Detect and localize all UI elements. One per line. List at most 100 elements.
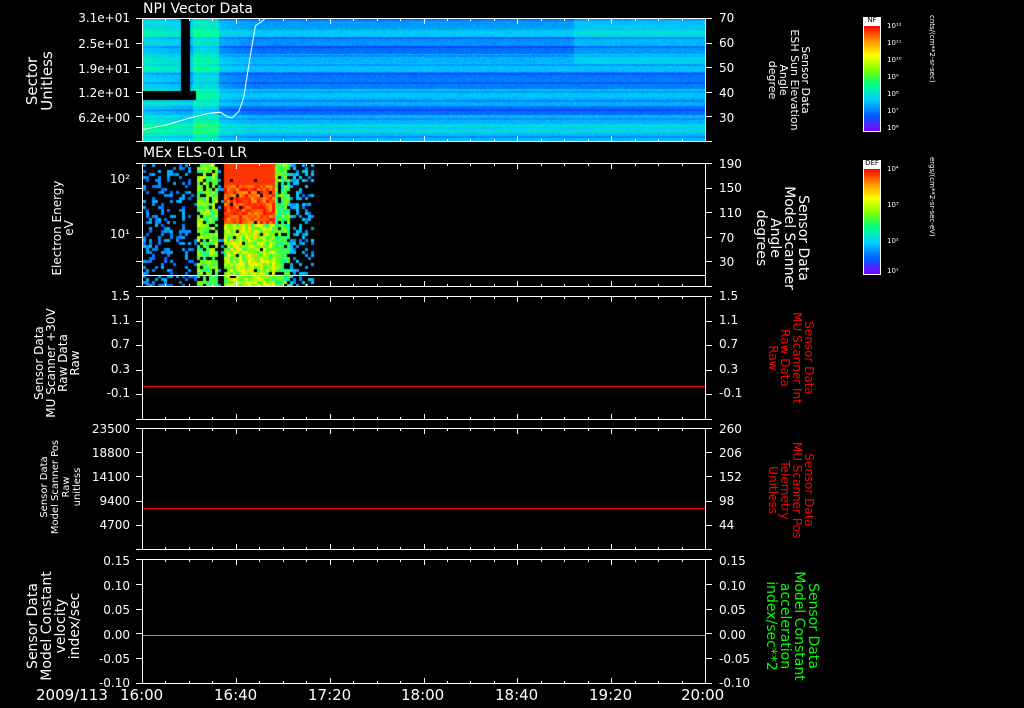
- x-axis-tick: [236, 678, 237, 684]
- x-axis-tick: [353, 417, 354, 420]
- x-axis-tick: [283, 139, 284, 142]
- x-tick-label: 18:40: [495, 686, 539, 704]
- y-axis-tick: [136, 188, 142, 189]
- p3-rlabel: Sensor Data MU Scanner Int Raw Data Raw: [766, 312, 816, 404]
- y-axis-tick: [706, 212, 712, 213]
- p3-rtick: -0.1: [719, 386, 743, 400]
- x-axis-tick: [377, 547, 378, 550]
- p5-rtick: 0.15: [719, 554, 746, 568]
- y-axis-tick: [136, 321, 142, 322]
- x-axis-tick: [588, 163, 589, 166]
- x-axis-tick: [259, 559, 260, 562]
- nf-colorbar-tick: 10⁸: [887, 90, 899, 98]
- x-axis-tick: [236, 163, 237, 169]
- y-axis-tick: [136, 609, 142, 610]
- x-axis-tick: [658, 163, 659, 166]
- x-axis-tick: [259, 417, 260, 420]
- x-axis-tick: [165, 18, 166, 21]
- y-axis-tick: [136, 559, 142, 560]
- y-axis-tick: [136, 116, 142, 117]
- x-axis-tick: [564, 139, 565, 142]
- x-tick-label: 19:20: [589, 686, 633, 704]
- x-axis-tick: [635, 296, 636, 299]
- sun-elevation-line: [143, 19, 266, 130]
- x-axis-tick: [306, 559, 307, 562]
- x-axis-tick: [424, 428, 425, 434]
- y-axis-tick: [136, 452, 142, 453]
- y-axis-tick: [706, 633, 712, 634]
- x-axis-tick: [470, 547, 471, 550]
- x-axis-tick: [447, 428, 448, 431]
- p3-rtick: 1.1: [719, 313, 739, 327]
- x-axis-tick: [447, 284, 448, 287]
- p4-rtick: 44: [719, 518, 735, 532]
- x-axis-tick: [212, 681, 213, 684]
- x-axis-tick: [353, 428, 354, 431]
- x-axis-tick: [377, 18, 378, 21]
- x-axis-tick: [611, 414, 612, 420]
- x-axis-tick: [212, 139, 213, 142]
- x-axis-tick: [494, 559, 495, 562]
- x-axis-tick: [259, 284, 260, 287]
- x-axis-tick: [212, 163, 213, 166]
- x-axis-tick: [353, 139, 354, 142]
- x-axis-tick: [564, 547, 565, 550]
- x-axis-tick: [165, 547, 166, 550]
- x-axis-tick: [142, 136, 143, 142]
- x-axis-tick: [306, 18, 307, 21]
- y-axis-tick: [706, 609, 712, 610]
- x-axis-tick: [424, 678, 425, 684]
- x-tick-label: 18:00: [401, 686, 445, 704]
- x-axis-tick: [635, 559, 636, 562]
- x-axis-tick: [541, 428, 542, 431]
- p1-ytick: 6.2e+00: [78, 111, 130, 125]
- x-axis-tick: [165, 284, 166, 287]
- x-axis-tick: [611, 678, 612, 684]
- y-axis-tick: [136, 476, 142, 477]
- y-axis-tick: [706, 43, 712, 44]
- y-axis-tick: [136, 67, 142, 68]
- y-axis-tick: [136, 141, 142, 142]
- x-axis-tick: [658, 139, 659, 142]
- x-axis-tick: [564, 417, 565, 420]
- x-axis-tick: [377, 681, 378, 684]
- x-axis-tick: [447, 559, 448, 562]
- x-axis-tick: [283, 163, 284, 166]
- y-axis-tick: [136, 584, 142, 585]
- x-axis-tick: [541, 296, 542, 299]
- x-axis-tick: [564, 559, 565, 562]
- x-axis-tick: [330, 544, 331, 550]
- p2-rtick: 110: [719, 206, 742, 220]
- x-axis-tick: [236, 296, 237, 302]
- x-axis-tick: [494, 139, 495, 142]
- x-axis-tick: [236, 281, 237, 287]
- x-axis-tick: [236, 136, 237, 142]
- x-axis-tick: [588, 417, 589, 420]
- y-axis-tick: [706, 321, 712, 322]
- y-axis-tick: [136, 394, 142, 395]
- x-axis-tick: [611, 18, 612, 24]
- y-axis-tick: [706, 559, 712, 560]
- p2-rtick: 70: [719, 231, 735, 245]
- p4-rtick: 206: [719, 446, 742, 460]
- y-axis-tick: [706, 394, 712, 395]
- x-axis-tick: [682, 417, 683, 420]
- x-axis-tick: [306, 284, 307, 287]
- y-axis-tick: [706, 67, 712, 68]
- nf-colorbar: [863, 25, 881, 132]
- x-axis-tick: [259, 296, 260, 299]
- x-axis-tick: [400, 428, 401, 431]
- y-axis-tick: [136, 261, 142, 262]
- x-axis-tick: [517, 163, 518, 169]
- p1-rtick: 30: [719, 111, 735, 125]
- x-axis-tick: [353, 163, 354, 166]
- x-axis-tick: [611, 296, 612, 302]
- x-axis-tick: [189, 547, 190, 550]
- x-axis-tick: [470, 681, 471, 684]
- def-colorbar-tick: 10²: [887, 237, 899, 245]
- date-label: 2009/113: [36, 686, 108, 704]
- y-axis-tick: [706, 419, 712, 420]
- x-axis-tick: [424, 414, 425, 420]
- x-axis-tick: [259, 681, 260, 684]
- p1-ytick: 3.1e+01: [78, 11, 130, 25]
